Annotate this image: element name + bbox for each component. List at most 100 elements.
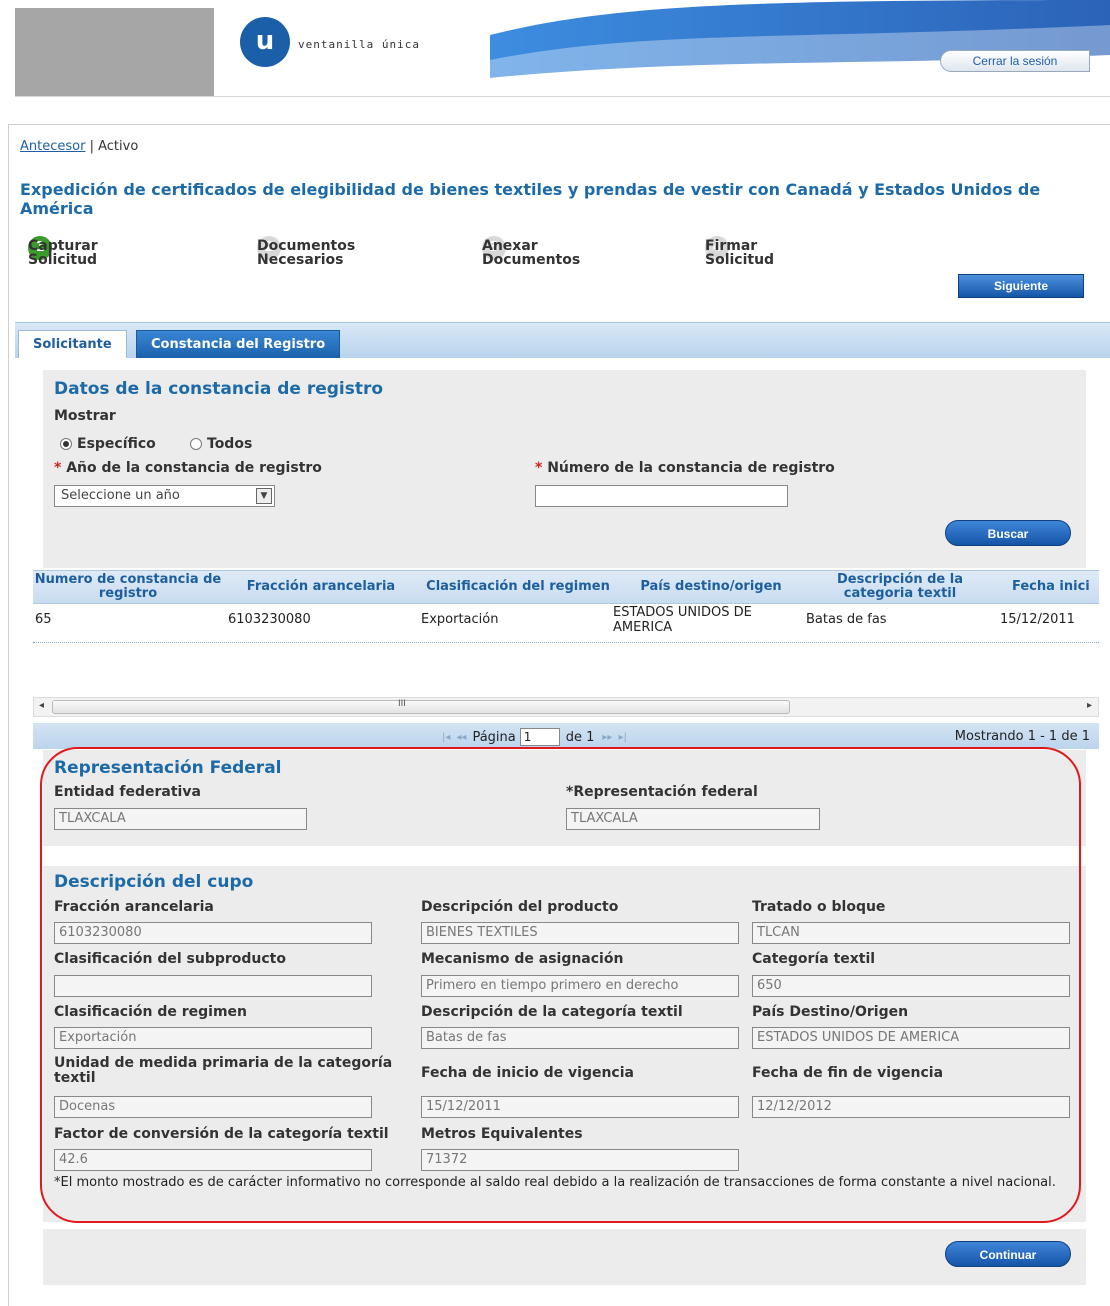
table-cell: 6103230080 [228,612,311,627]
scroll-right-icon[interactable]: ▸ [1087,700,1092,711]
table-cell: 65 [35,612,52,627]
column-header-fraccion[interactable]: Fracción arancelaria [224,570,418,604]
pager-status: Mostrando 1 - 1 de 1 [954,729,1090,744]
field-label: Categoría textil [752,951,876,967]
step-1: 1 Capturar Solicitud [28,236,98,267]
horizontal-scrollbar[interactable]: ◂ III ▸ [33,697,1099,717]
year-label-text: Año de la constancia de registro [66,460,322,476]
representacion-label: *Representación federal [566,784,758,800]
field-label: Fracción arancelaria [54,899,214,915]
continue-button[interactable]: Continuar [945,1241,1071,1267]
logout-button[interactable]: Cerrar la sesión [940,50,1090,72]
column-header-numero[interactable]: Numero de constancia de registro [33,570,223,604]
column-header-pais[interactable]: País destino/origen [618,570,804,604]
logo-text: ventanilla única [298,38,420,51]
mostrar-label: Mostrar [54,408,116,424]
number-label-text: Número de la constancia de registro [547,460,835,476]
scroll-grip-icon: III [398,699,406,709]
step-4: 4 Firmar Solicitud [705,236,774,267]
unidad-field[interactable]: Docenas [54,1096,372,1118]
search-button[interactable]: Buscar [945,520,1071,546]
search-section-title: Datos de la constancia de registro [54,379,384,399]
mecanismo-field[interactable]: Primero en tiempo primero en derecho [421,975,739,997]
header-gray-block [15,8,214,96]
informative-note: *El monto mostrado es de carácter inform… [54,1175,1056,1190]
page-number-input[interactable]: 1 [519,728,560,746]
fecha-fin-field[interactable]: 12/12/2012 [752,1096,1070,1118]
header-divider [15,96,1110,97]
required-mark: * [535,460,543,476]
table-cell: Batas de fas [806,612,887,627]
regimen-field[interactable]: Exportación [54,1027,372,1049]
tratado-field[interactable]: TLCAN [752,922,1070,944]
header-banner [490,0,1110,96]
step-3-label: Anexar Documentos [482,238,581,268]
column-header-clasificacion[interactable]: Clasificación del regimen [420,570,616,604]
field-label: Metros Equivalentes [421,1126,583,1142]
page-label: Página [472,729,516,745]
field-label: Unidad de medida primaria de la categorí… [54,1055,393,1086]
scroll-left-icon[interactable]: ◂ [39,700,44,711]
radio-especifico[interactable]: Específico [60,436,156,452]
field-label: Descripción del producto [421,899,619,915]
field-label: Mecanismo de asignación [421,951,624,967]
factor-field[interactable]: 42.6 [54,1149,372,1171]
radio-especifico-label: Específico [77,436,156,452]
next-page-icon[interactable]: ▸▸ [602,732,612,743]
subproducto-field[interactable] [54,975,372,997]
year-label: * Año de la constancia de registro [54,460,322,476]
breadcrumb-separator: | [89,139,94,154]
number-label: * Número de la constancia de registro [535,460,835,476]
descripcion-categoria-field[interactable]: Batas de fas [421,1027,739,1049]
field-label: Clasificación del subproducto [54,951,286,967]
prev-page-icon[interactable]: ◂◂ [456,732,466,743]
column-header-fecha[interactable]: Fecha inici [1000,570,1099,604]
year-select[interactable]: Seleccione un año ▼ [54,485,275,507]
tab-solicitante[interactable]: Solicitante [18,330,127,358]
year-select-value: Seleccione un año [61,488,180,503]
pager-controls: |◂ ◂◂ Página 1 de 1 ▸▸ ▸| [442,728,633,746]
step-4-label: Firmar Solicitud [705,238,775,268]
logo-icon: u [240,17,290,67]
table-row[interactable] [33,642,1099,643]
scroll-thumb[interactable] [52,700,790,714]
last-page-icon[interactable]: ▸| [618,732,626,743]
tab-constancia-registro[interactable]: Constancia del Registro [136,330,341,358]
dropdown-arrow-icon[interactable]: ▼ [256,488,272,504]
breadcrumb-link-antecesor[interactable]: Antecesor [20,139,85,154]
categoria-field[interactable]: 650 [752,975,1070,997]
field-label: Fecha de inicio de vigencia [421,1065,634,1081]
field-label: Descripción de la categoría textil [421,1004,683,1020]
pais-field[interactable]: ESTADOS UNIDOS DE AMERICA [752,1027,1070,1049]
first-page-icon[interactable]: |◂ [442,732,450,743]
step-3: 3 Anexar Documentos [482,236,580,267]
table-cell: ESTADOS UNIDOS DE AMERICA [613,605,752,635]
required-mark: * [54,460,62,476]
radio-todos[interactable]: Todos [190,436,252,452]
representacion-field[interactable]: TLAXCALA [566,808,820,830]
metros-field[interactable]: 71372 [421,1149,739,1171]
cupo-section-title: Descripción del cupo [54,872,254,892]
field-label: Tratado o bloque [752,899,886,915]
descripcion-producto-field[interactable]: BIENES TEXTILES [421,922,739,944]
field-label: Fecha de fin de vigencia [752,1065,944,1081]
column-header-descripcion[interactable]: Descripción de la categoria textil [805,570,995,604]
entidad-field[interactable]: TLAXCALA [54,808,307,830]
continue-panel [43,1229,1086,1285]
table-cell: Exportación [421,612,499,627]
entidad-label: Entidad federativa [54,784,201,800]
fraccion-field[interactable]: 6103230080 [54,922,372,944]
next-button[interactable]: Siguiente [958,274,1084,298]
fecha-inicio-field[interactable]: 15/12/2011 [421,1096,739,1118]
step-2-label: Documentos Necesarios [257,238,356,268]
number-input[interactable] [535,485,788,507]
radio-checked-icon [60,438,72,450]
step-1-label: Capturar Solicitud [28,238,98,268]
field-label: Clasificación de regimen [54,1004,247,1020]
field-label: País Destino/Origen [752,1004,909,1020]
page-total: de 1 [565,729,595,745]
page-title: Expedición de certificados de elegibilid… [20,180,1041,218]
radio-todos-label: Todos [207,436,253,452]
federal-section-title: Representación Federal [54,758,282,778]
step-2: 2 Documentos Necesarios [257,236,355,267]
